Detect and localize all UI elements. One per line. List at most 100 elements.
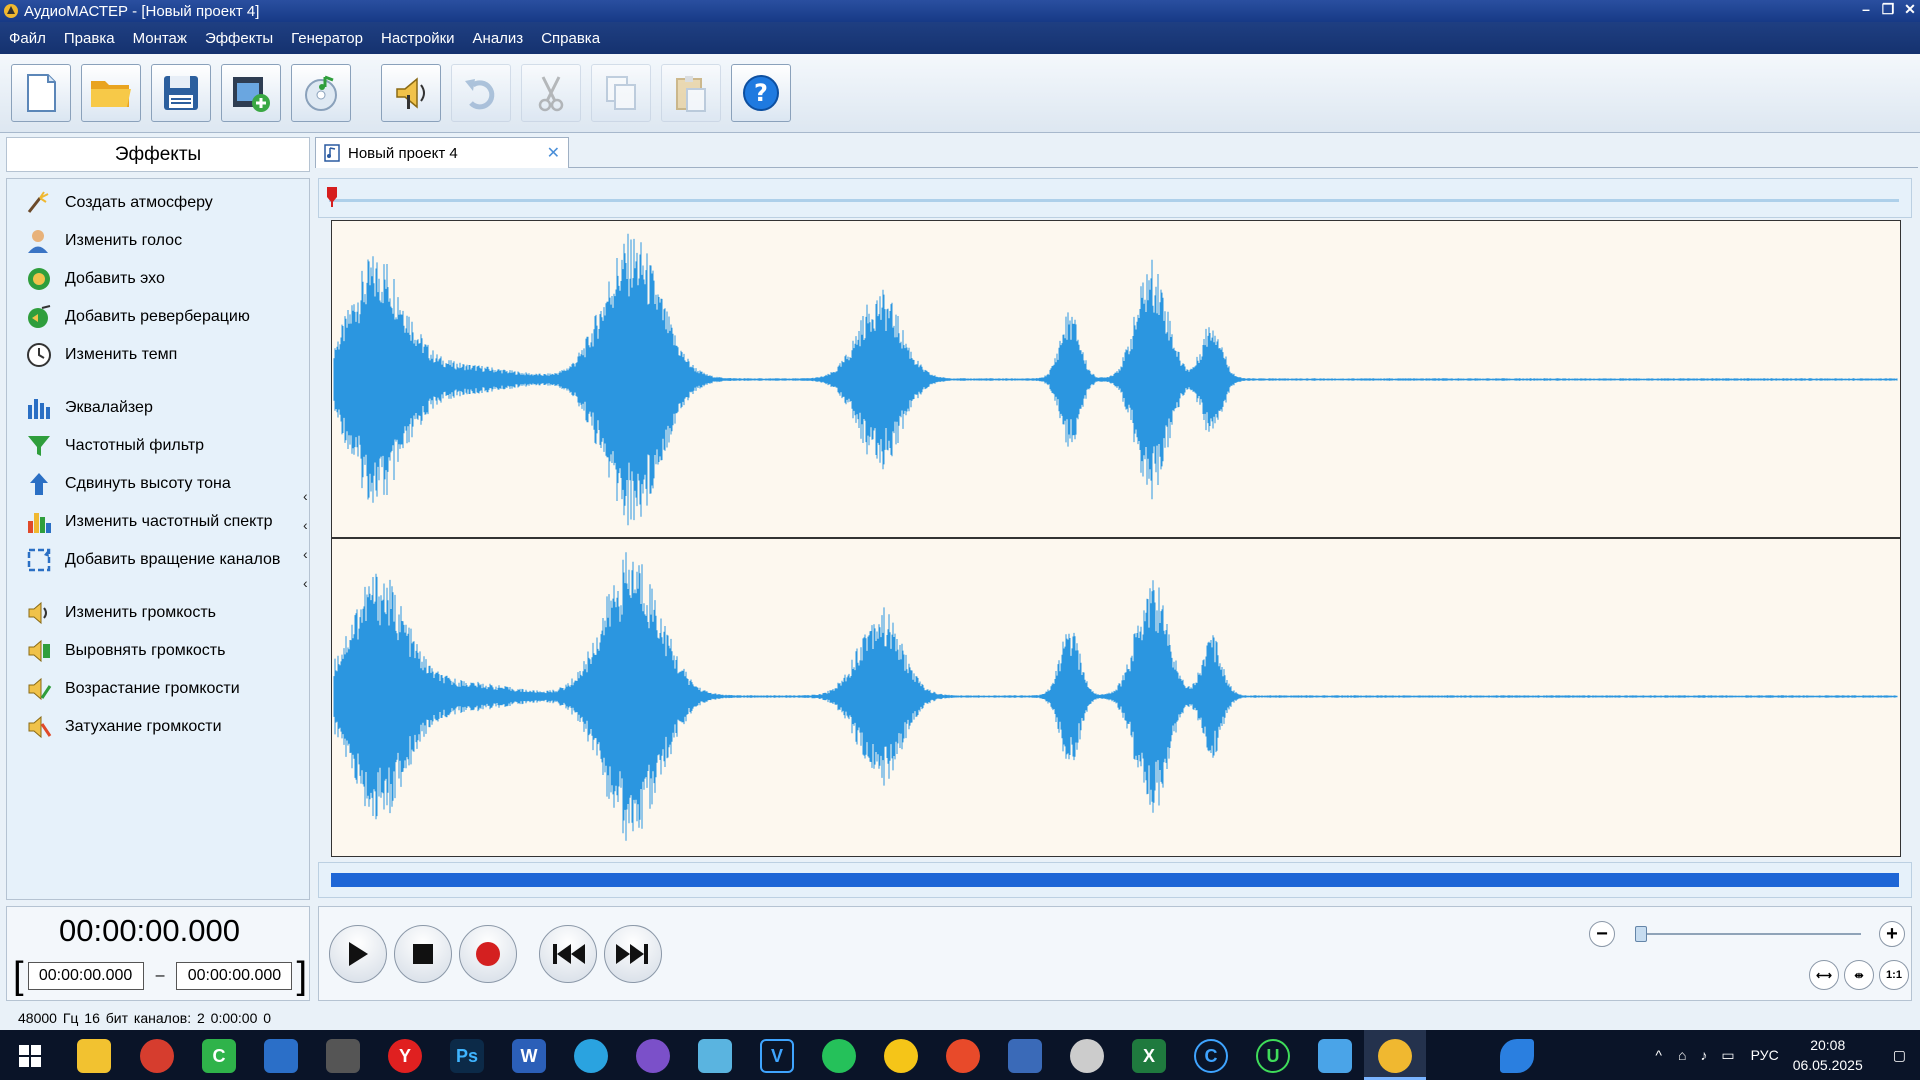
import-video-button[interactable] xyxy=(221,64,281,122)
effect-change-spectrum[interactable]: Изменить частотный спектр xyxy=(25,508,273,536)
play-button[interactable] xyxy=(329,925,387,983)
effect-equalizer[interactable]: Эквалайзер xyxy=(25,394,153,422)
effect-change-tempo[interactable]: Изменить темп xyxy=(25,341,177,369)
import-cd-button[interactable] xyxy=(291,64,351,122)
tray-battery-icon[interactable]: ▭ xyxy=(1721,1047,1734,1064)
menu-effects[interactable]: Эффекты xyxy=(205,30,273,47)
fit-width-button[interactable]: ⟷ xyxy=(1809,960,1839,990)
effect-fade-in[interactable]: Возрастание громкости xyxy=(25,675,240,703)
help-button[interactable]: ? xyxy=(731,64,791,122)
project-tab-strip: Новый проект 4 ✕ xyxy=(315,137,1918,168)
zoom-slider-thumb[interactable] xyxy=(1635,926,1647,942)
chevron-left-icon[interactable]: ‹ xyxy=(303,488,308,504)
zoom-in-button[interactable]: + xyxy=(1879,921,1905,947)
minimize-button[interactable]: – xyxy=(1858,1,1874,18)
paste-icon xyxy=(676,76,706,112)
monitor-app-icon[interactable] xyxy=(1318,1039,1352,1073)
menu-edit[interactable]: Правка xyxy=(64,30,115,47)
cut-button[interactable] xyxy=(521,64,581,122)
effect-add-reverb[interactable]: Добавить реверберацию xyxy=(25,303,250,331)
whatsapp-icon[interactable] xyxy=(822,1039,856,1073)
viber-icon[interactable] xyxy=(636,1039,670,1073)
menu-settings[interactable]: Настройки xyxy=(381,30,455,47)
calculator-icon[interactable] xyxy=(326,1039,360,1073)
restore-button[interactable]: ❐ xyxy=(1880,1,1896,18)
tray-clock[interactable]: 20:08 06.05.2025 xyxy=(1793,1035,1863,1075)
selection-start-field[interactable]: 00:00:00.000 xyxy=(27,962,144,990)
zoom-out-button[interactable]: − xyxy=(1589,921,1615,947)
save-button[interactable] xyxy=(151,64,211,122)
effect-frequency-filter[interactable]: Частотный фильтр xyxy=(25,432,204,460)
copy-button[interactable] xyxy=(591,64,651,122)
effect-pitch-shift[interactable]: Сдвинуть высоту тона xyxy=(25,470,231,498)
selection-end-field[interactable]: 00:00:00.000 xyxy=(176,962,293,990)
tab-project[interactable]: Новый проект 4 ✕ xyxy=(315,137,569,168)
menu-montage[interactable]: Монтаж xyxy=(133,30,187,47)
skip-forward-button[interactable] xyxy=(604,925,662,983)
color-app-icon[interactable] xyxy=(946,1039,980,1073)
close-button[interactable]: ✕ xyxy=(1902,1,1918,18)
title-bar: АудиоМАСТЕР - [Новый проект 4] – ❐ ✕ xyxy=(0,0,1920,22)
effect-change-volume[interactable]: Изменить громкость xyxy=(25,599,216,627)
outlook-icon[interactable] xyxy=(264,1039,298,1073)
chrome-icon[interactable] xyxy=(140,1039,174,1073)
skip-back-button[interactable] xyxy=(539,925,597,983)
yandex-icon[interactable]: Y xyxy=(388,1039,422,1073)
menu-generator[interactable]: Генератор xyxy=(291,30,363,47)
green-app-icon[interactable]: C xyxy=(202,1039,236,1073)
range-dash: – xyxy=(155,967,165,984)
new-file-button[interactable] xyxy=(11,64,71,122)
skate-app-icon[interactable] xyxy=(1500,1039,1534,1073)
chevron-left-icon[interactable]: ‹ xyxy=(303,546,308,562)
menu-help[interactable]: Справка xyxy=(541,30,600,47)
tray-network-icon[interactable]: ⌂ xyxy=(1678,1047,1686,1063)
menu-bar: Файл Правка Монтаж Эффекты Генератор Нас… xyxy=(0,22,1920,54)
effect-label: Изменить частотный спектр xyxy=(65,513,273,530)
effect-change-voice[interactable]: Изменить голос xyxy=(25,227,182,255)
zoom-slider-track[interactable] xyxy=(1639,933,1861,935)
effect-create-atmosphere[interactable]: Создать атмосферу xyxy=(25,189,213,217)
yellow-app-icon[interactable] xyxy=(884,1039,918,1073)
horizontal-scrollbar[interactable] xyxy=(318,862,1912,898)
menu-analysis[interactable]: Анализ xyxy=(473,30,524,47)
tray-chevron-up-icon[interactable]: ^ xyxy=(1655,1047,1662,1063)
zoom-one-to-one-button[interactable]: 1:1 xyxy=(1879,960,1909,990)
eraser-app-icon[interactable] xyxy=(698,1039,732,1073)
film-reel-icon[interactable] xyxy=(1070,1039,1104,1073)
undo-button[interactable] xyxy=(451,64,511,122)
photoshop-icon[interactable]: Ps xyxy=(450,1039,484,1073)
paste-button[interactable] xyxy=(661,64,721,122)
effect-fade-out[interactable]: Затухание громкости xyxy=(25,713,222,741)
record-button[interactable] xyxy=(459,925,517,983)
c-app-icon[interactable]: C xyxy=(1194,1039,1228,1073)
file-explorer-icon[interactable] xyxy=(77,1039,111,1073)
effect-add-echo[interactable]: Добавить эхо xyxy=(25,265,165,293)
menu-file[interactable]: Файл xyxy=(9,30,46,47)
open-button[interactable] xyxy=(81,64,141,122)
tray-volume-icon[interactable]: ♪ xyxy=(1700,1047,1707,1063)
playhead-marker-icon[interactable] xyxy=(325,185,339,207)
effect-rotate-channels[interactable]: Добавить вращение каналов xyxy=(25,546,280,574)
chevron-left-icon[interactable]: ‹ xyxy=(303,517,308,533)
telegram-icon[interactable] xyxy=(574,1039,608,1073)
copy-icon xyxy=(606,76,636,110)
pen-app-icon[interactable] xyxy=(1008,1039,1042,1073)
u-app-icon[interactable]: U xyxy=(1256,1039,1290,1073)
clock-icon xyxy=(25,341,53,369)
v-app-icon[interactable]: V xyxy=(760,1039,794,1073)
audiomaster-taskbar-icon[interactable] xyxy=(1378,1039,1412,1073)
scroll-thumb[interactable] xyxy=(331,873,1899,887)
close-tab-icon[interactable]: ✕ xyxy=(547,143,560,163)
chevron-left-icon[interactable]: ‹ xyxy=(303,575,308,591)
effect-normalize-volume[interactable]: Выровнять громкость xyxy=(25,637,225,665)
start-windows-icon[interactable] xyxy=(13,1039,47,1073)
tray-language[interactable]: РУС xyxy=(1751,1047,1779,1063)
audio-settings-button[interactable] xyxy=(381,64,441,122)
fit-selection-button[interactable]: ⇹ xyxy=(1844,960,1874,990)
notifications-icon[interactable]: ▢ xyxy=(1893,1047,1906,1064)
word-icon[interactable]: W xyxy=(512,1039,546,1073)
timeline-ruler[interactable] xyxy=(318,178,1912,218)
stop-button[interactable] xyxy=(394,925,452,983)
waveform-display[interactable] xyxy=(331,220,1901,857)
excel-icon[interactable]: X xyxy=(1132,1039,1166,1073)
